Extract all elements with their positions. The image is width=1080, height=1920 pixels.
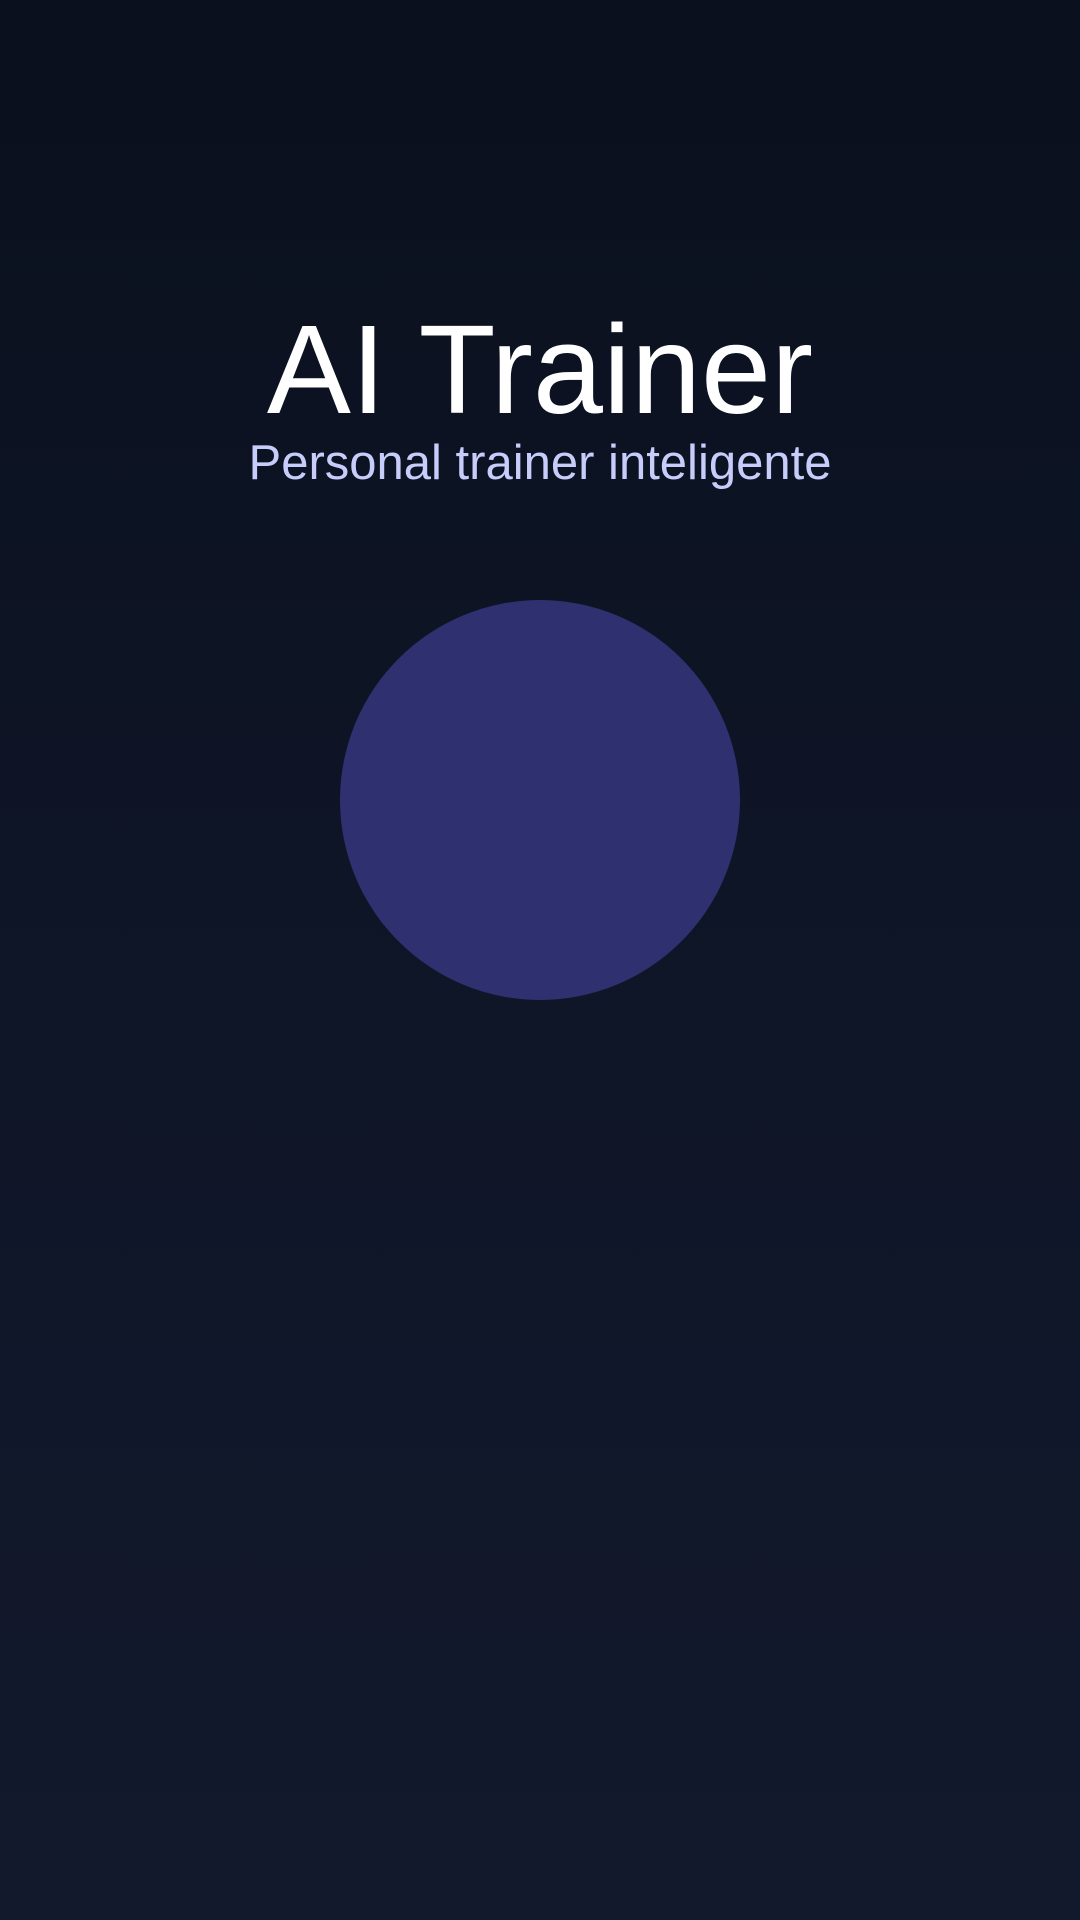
app-title: AI Trainer xyxy=(266,299,814,440)
app-header: AI Trainer Personal trainer inteligente xyxy=(0,300,1080,494)
splash-screen: AI Trainer Personal trainer inteligente xyxy=(0,0,1080,1920)
app-subtitle: Personal trainer inteligente xyxy=(248,436,832,490)
logo-circle xyxy=(340,600,740,1000)
